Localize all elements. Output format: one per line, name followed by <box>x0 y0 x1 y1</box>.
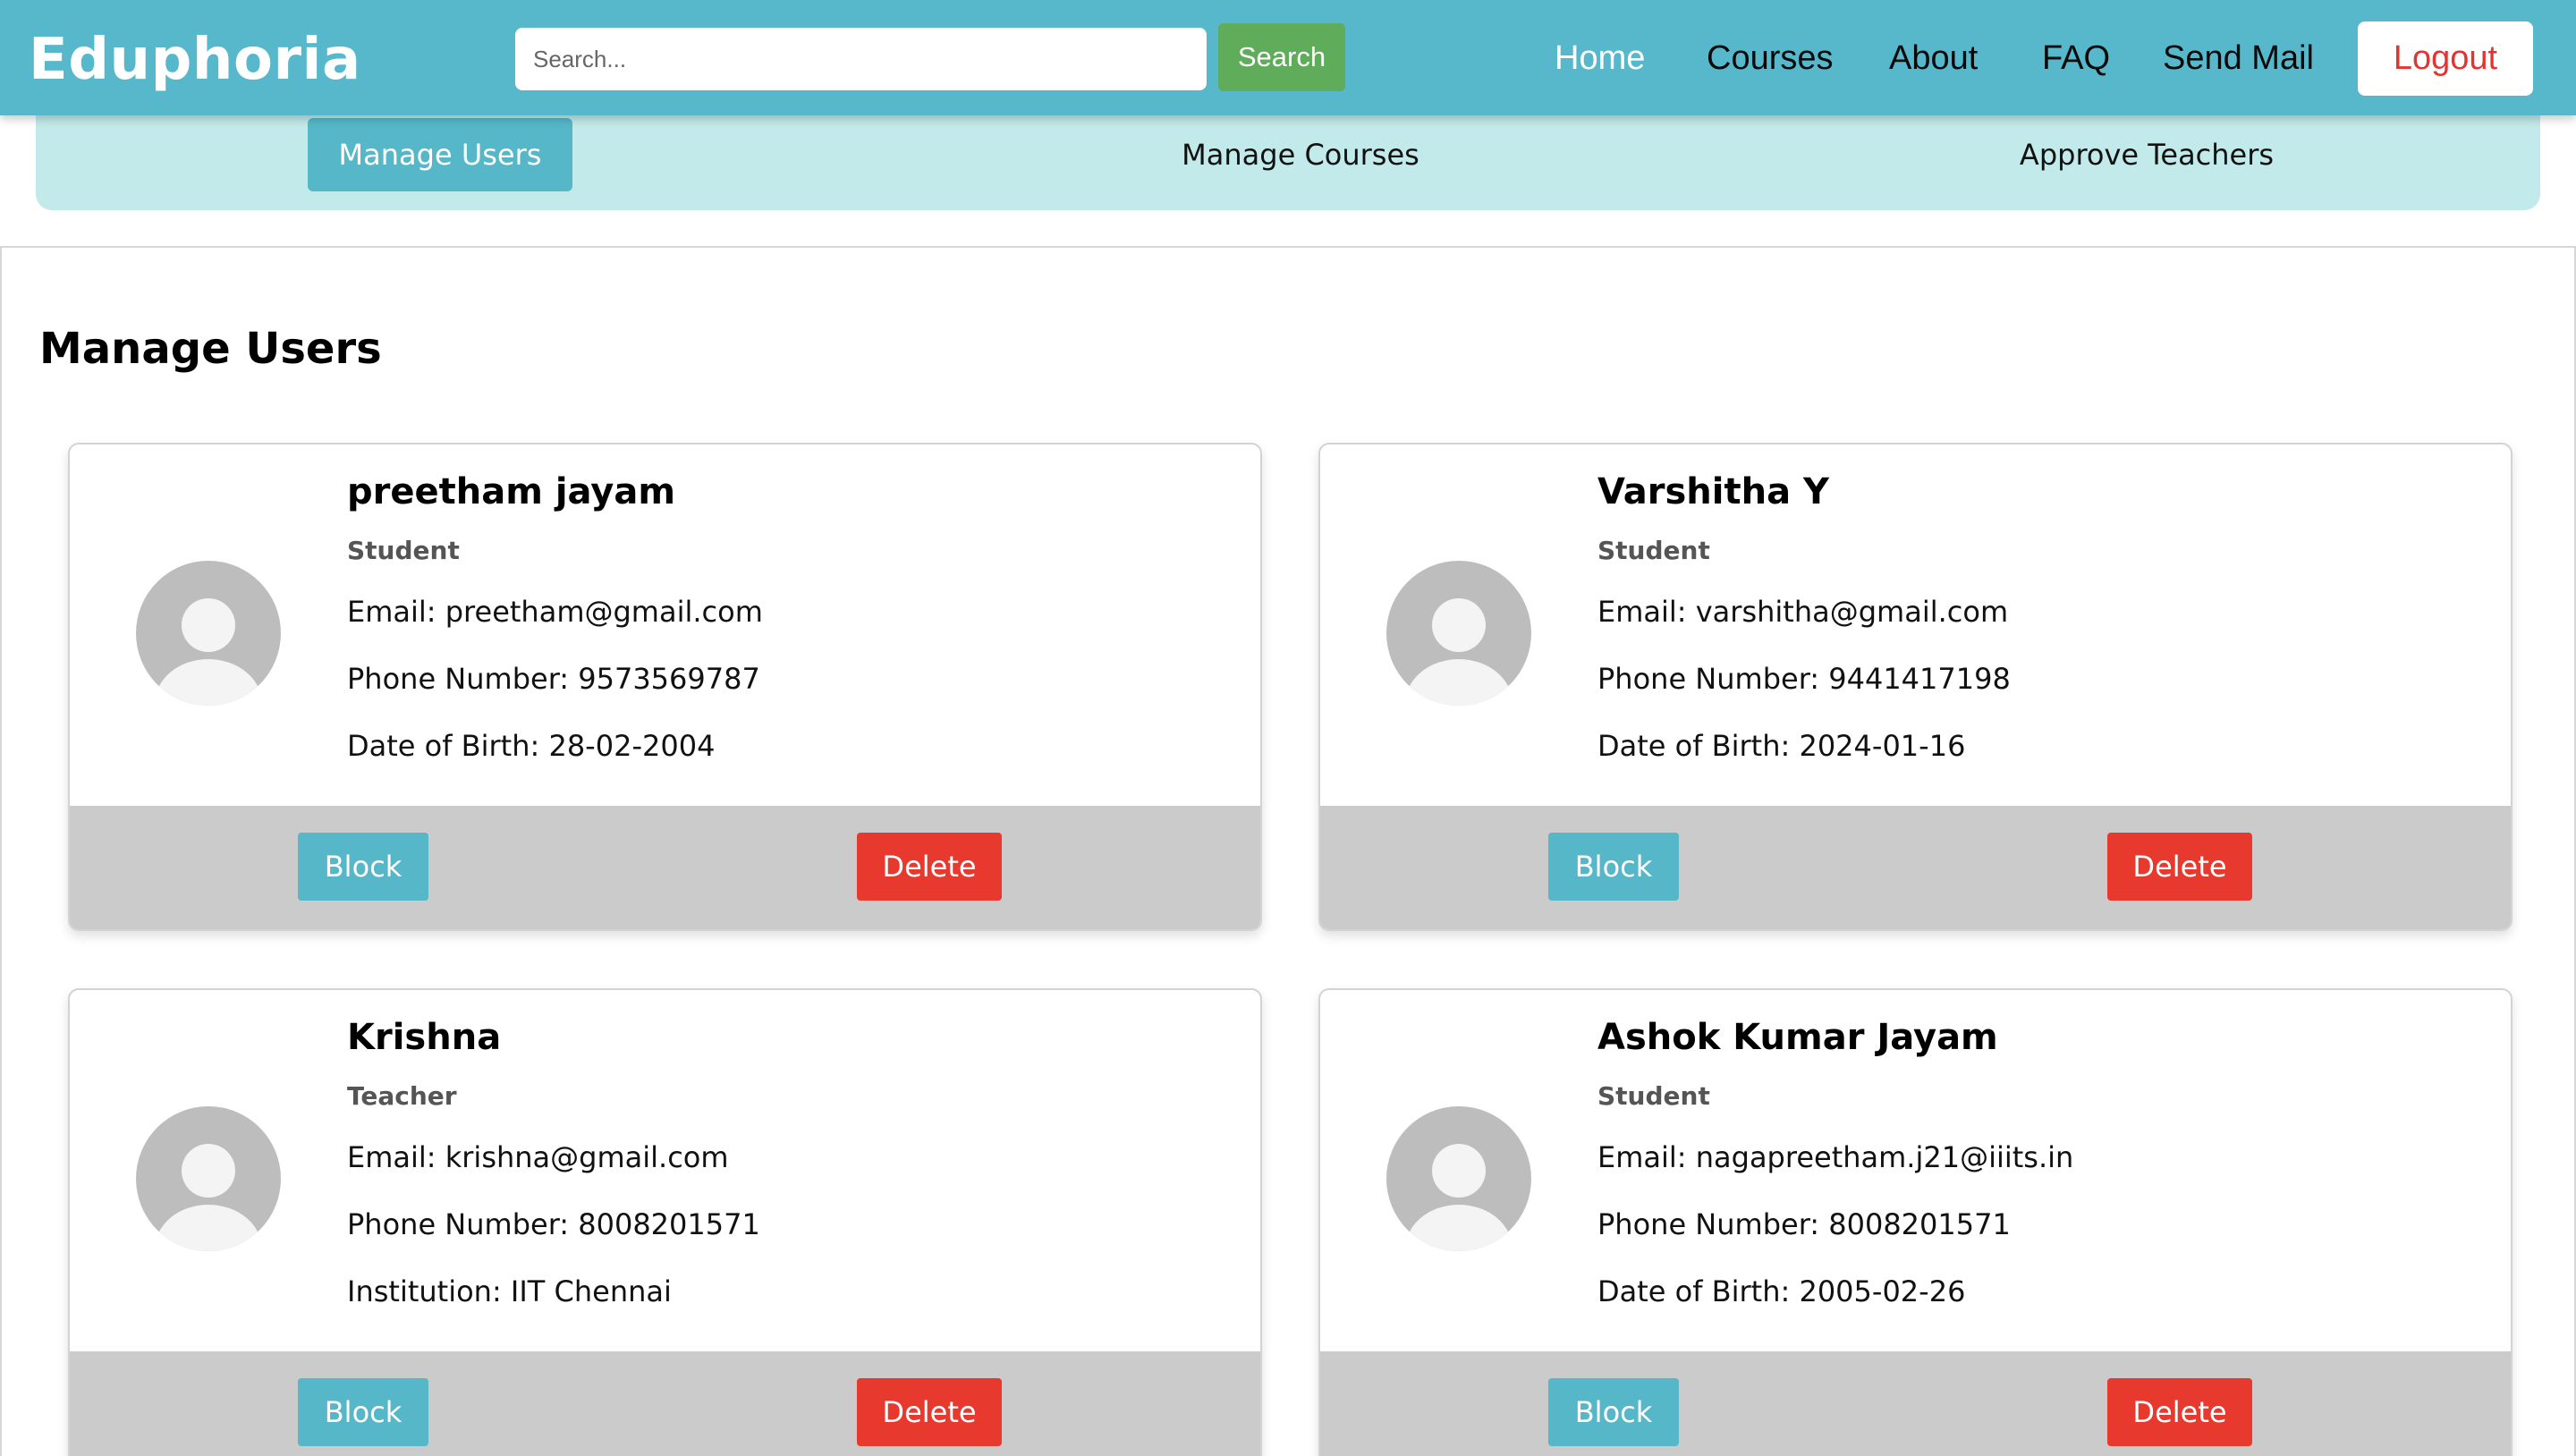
user-role: Student <box>347 536 460 565</box>
nav-faq-link[interactable]: FAQ <box>2042 36 2110 80</box>
user-phone: Phone Number: 9573569787 <box>347 662 760 696</box>
delete-button[interactable]: Delete <box>2107 833 2252 901</box>
delete-button[interactable]: Delete <box>857 1378 1002 1446</box>
brand-logo[interactable]: Eduphoria <box>29 25 361 95</box>
main-content: Manage Users preetham jayam Student Emai… <box>0 246 2576 1456</box>
nav-about-link[interactable]: About <box>1889 36 1978 80</box>
search-button[interactable]: Search <box>1218 23 1345 91</box>
tab-manage-users[interactable]: Manage Users <box>308 118 572 191</box>
user-phone: Phone Number: 8008201571 <box>347 1207 760 1241</box>
user-name: Ashok Kumar Jayam <box>1597 1017 1998 1058</box>
user-role: Student <box>1597 536 1710 565</box>
user-dob: Date of Birth: 2024-01-16 <box>1597 729 1966 763</box>
nav-home-link[interactable]: Home <box>1555 36 1645 80</box>
user-email: Email: preetham@gmail.com <box>347 595 763 629</box>
nav-courses-link[interactable]: Courses <box>1707 36 1834 80</box>
user-dob: Date of Birth: 2005-02-26 <box>1597 1274 1966 1308</box>
page-title: Manage Users <box>39 324 382 374</box>
avatar-icon <box>1386 561 1531 706</box>
logout-button[interactable]: Logout <box>2358 21 2533 96</box>
card-actions: Block Delete <box>1320 1351 2511 1456</box>
block-button[interactable]: Block <box>1548 1378 1679 1446</box>
user-phone: Phone Number: 9441417198 <box>1597 662 2011 696</box>
tab-manage-courses[interactable]: Manage Courses <box>1082 118 1519 191</box>
user-institution: Institution: IIT Chennai <box>347 1274 672 1308</box>
block-button[interactable]: Block <box>298 1378 428 1446</box>
card-actions: Block Delete <box>70 806 1260 929</box>
block-button[interactable]: Block <box>298 833 428 901</box>
delete-button[interactable]: Delete <box>2107 1378 2252 1446</box>
delete-button[interactable]: Delete <box>857 833 1002 901</box>
top-navbar: Eduphoria Search Home Courses About FAQ … <box>0 0 2576 115</box>
card-actions: Block Delete <box>1320 806 2511 929</box>
user-dob: Date of Birth: 28-02-2004 <box>347 729 716 763</box>
user-email: Email: nagapreetham.j21@iiits.in <box>1597 1140 2074 1174</box>
user-card: Krishna Teacher Email: krishna@gmail.com… <box>68 988 1262 1456</box>
search-input[interactable] <box>515 28 1207 90</box>
user-phone: Phone Number: 8008201571 <box>1597 1207 2011 1241</box>
user-email: Email: varshitha@gmail.com <box>1597 595 2009 629</box>
user-email: Email: krishna@gmail.com <box>347 1140 729 1174</box>
nav-send-mail-link[interactable]: Send Mail <box>2163 36 2314 80</box>
tab-approve-teachers[interactable]: Approve Teachers <box>1914 118 2379 191</box>
user-name: Varshitha Y <box>1597 471 1829 512</box>
user-name: preetham jayam <box>347 471 676 512</box>
avatar-icon <box>136 1106 281 1251</box>
user-card: Ashok Kumar Jayam Student Email: nagapre… <box>1318 988 2512 1456</box>
user-card: Varshitha Y Student Email: varshitha@gma… <box>1318 443 2512 931</box>
card-actions: Block Delete <box>70 1351 1260 1456</box>
user-name: Krishna <box>347 1017 502 1058</box>
avatar-icon <box>1386 1106 1531 1251</box>
avatar-icon <box>136 561 281 706</box>
block-button[interactable]: Block <box>1548 833 1679 901</box>
user-role: Teacher <box>347 1081 457 1111</box>
user-role: Student <box>1597 1081 1710 1111</box>
user-card: preetham jayam Student Email: preetham@g… <box>68 443 1262 931</box>
